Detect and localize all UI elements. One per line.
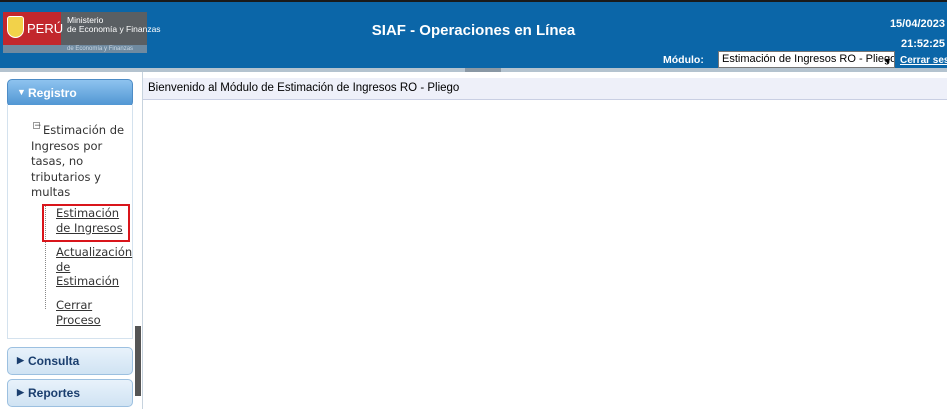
module-label: Módulo: [663, 54, 704, 66]
tree-item-actualizacion-estimacion[interactable]: Actualización de Estimación [56, 245, 134, 289]
accordion-label: Reportes [28, 386, 81, 400]
chevron-right-icon: ▶ [17, 387, 24, 397]
chevron-right-icon: ▶ [17, 355, 24, 365]
logo-strip: de Economía y Finanzas [3, 45, 147, 53]
tree-node-parent[interactable]: Estimación de Ingresos por tasas, no tri… [31, 123, 125, 201]
accordion-registro[interactable]: ▼ Registro [7, 79, 133, 107]
app-title: SIAF - Operaciones en Línea [371, 22, 576, 39]
accordion-reportes[interactable]: ▶ Reportes [7, 379, 133, 407]
accordion-label: Registro [28, 86, 77, 100]
module-select[interactable]: Estimación de Ingresos RO - Pliego ▼ [718, 51, 895, 68]
chevron-down-icon: ▼ [883, 56, 892, 66]
logo-strip-text: de Economía y Finanzas [67, 46, 134, 52]
splitter-handle[interactable] [465, 68, 501, 72]
sidebar-scrollbar[interactable] [135, 326, 141, 396]
page-title: Bienvenido al Módulo de Estimación de In… [148, 82, 460, 94]
header-date: 15/04/2023 [889, 18, 945, 30]
tree-item-estimacion-ingresos[interactable]: Estimación de Ingresos [56, 206, 134, 235]
chevron-down-icon: ▼ [17, 87, 26, 97]
accordion-consulta[interactable]: ▶ Consulta [7, 347, 133, 375]
logout-link[interactable]: Cerrar sesió [900, 55, 947, 66]
header-time: 21:52:25 [900, 38, 945, 50]
module-select-value: Estimación de Ingresos RO - Pliego [722, 53, 895, 65]
accordion-label: Consulta [28, 354, 80, 368]
app-header: PERÚ Ministerio de Economía y Finanzas d… [0, 2, 947, 68]
tree-item-cerrar-proceso[interactable]: Cerrar Proceso [56, 298, 134, 327]
